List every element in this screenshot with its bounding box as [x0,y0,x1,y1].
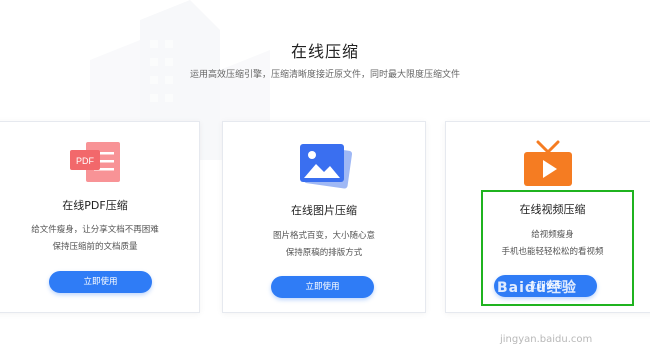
card-desc-line1: 给视频瘦身 [531,230,574,240]
image-use-now-button[interactable]: 立即使用 [271,276,374,298]
pdf-compress-card: PDF 在线PDF压缩 给文件瘦身，让分享文档不再困难 保持压缩前的文档质量 立… [0,121,200,313]
video-compress-card: 在线视频压缩 给视频瘦身 手机也能轻轻松松的看视频 立即使用 [445,121,650,313]
pdf-icon: PDF [70,142,120,182]
pdf-icon-label: PDF [76,156,95,166]
card-desc-line1: 给文件瘦身，让分享文档不再困难 [31,225,159,235]
page-title: 在线压缩 [290,42,359,61]
watermark-url: jingyan.baidu.com [500,334,593,345]
card-desc-line2: 保持压缩前的文档质量 [52,242,138,252]
card-title: 在线图片压缩 [291,204,357,217]
card-desc-line1: 图片格式百变，大小随心意 [272,231,375,241]
image-compress-card: 在线图片压缩 图片格式百变，大小随心意 保持原稿的排版方式 立即使用 [222,121,426,313]
card-desc-line2: 保持原稿的排版方式 [285,248,363,258]
card-desc-line2: 手机也能轻轻松松的看视频 [501,247,604,257]
page-subtitle: 运用高效压缩引擎，压缩清晰度接近原文件，同时最大限度压缩文件 [189,70,460,80]
pdf-use-now-button[interactable]: 立即使用 [49,271,152,293]
tv-play-icon [524,140,572,186]
video-use-now-button[interactable]: 立即使用 [494,275,597,297]
image-icon [300,144,353,189]
card-title: 在线视频压缩 [519,203,586,216]
card-title: 在线PDF压缩 [62,199,128,212]
